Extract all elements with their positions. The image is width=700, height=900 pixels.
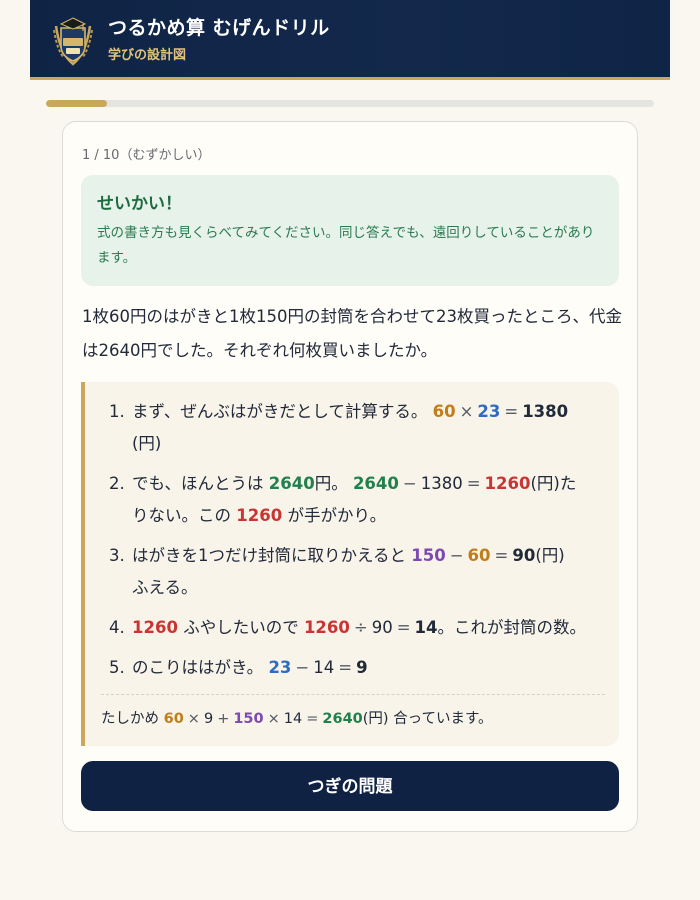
solution-step-5: 5. のこりははがき。 23−14 = 9 (109, 652, 599, 684)
step-continuation: が手がかり。 (287, 506, 387, 525)
step-number: 3. (109, 546, 125, 565)
check-count: 14 (283, 711, 303, 727)
app-subtitle: 学びの設計図 (108, 48, 187, 63)
step-operand: 23 (268, 658, 292, 677)
step-text: ふやしたいので (183, 618, 299, 637)
step-text: でも、ほんとうは (132, 474, 264, 493)
step-operand: 60 (432, 402, 456, 421)
check-suffix: 合っています。 (393, 711, 493, 727)
step-operand: 1260 (303, 618, 350, 637)
step-equals: = (466, 474, 481, 493)
step-continuation: りない。この (132, 506, 231, 525)
step-operator: − (449, 546, 464, 565)
check-price: 150 (233, 711, 264, 727)
step-operator: × (459, 402, 474, 421)
step-continuation: ふえる。 (132, 578, 198, 597)
step-operand: 90 (371, 618, 393, 637)
progress-bar (46, 100, 654, 107)
app-header: つるかめ算 むげんドリル 学びの設計図 (30, 0, 670, 80)
app-title: つるかめ算 むげんドリル (108, 17, 330, 39)
check-count: 9 (203, 711, 214, 727)
step-operand: 60 (467, 546, 491, 565)
step-result: 1260 (484, 474, 531, 493)
step-operator: − (295, 658, 310, 677)
next-question-button[interactable]: つぎの問題 (81, 761, 619, 811)
step-highlight: 1260 (236, 506, 283, 525)
step-highlight: 1260 (132, 618, 178, 637)
question-text: 1枚60円のはがきと1枚150円の封筒を合わせて23枚買ったところ、代金は264… (82, 307, 622, 360)
step-equals: = (338, 658, 353, 677)
verification-line: たしかめ 60 × 9 +150 × 14 = 2640(円) 合っています。 (101, 704, 611, 734)
check-operator: × (187, 711, 200, 727)
step-text: まず、ぜんぶはがきだとして計算する。 (132, 402, 428, 421)
question-counter: 1 / 10（むずかしい） (82, 148, 211, 163)
step-operand: 14 (313, 658, 335, 677)
step-text: はがきを1つだけ封筒に取りかえると (132, 546, 407, 565)
feedback-message: 式の書き方も見くらべてみてください。同じ答えでも、遠回りしていることがあります。 (97, 225, 595, 266)
step-operand: 23 (477, 402, 501, 421)
step-operand: 1380 (420, 474, 463, 493)
check-price: 60 (163, 711, 184, 727)
question-card: 1 / 10（むずかしい） せいかい！ 式の書き方も見くらべてみてください。同じ… (62, 121, 638, 832)
solution-step-4: 4. 1260 ふやしたいので 1260 ÷ 90 = 14。これが封筒の数。 (109, 612, 599, 644)
solution-panel: 1. まず、ぜんぶはがきだとして計算する。 60 × 23 = 1380 (円) 2. でも… (81, 382, 619, 746)
feedback-title: せいかい！ (97, 194, 182, 214)
step-equals: = (494, 546, 509, 565)
step-result: 14 (414, 618, 438, 637)
step-operator: ÷ (353, 618, 368, 637)
step-unit: 円。 (314, 474, 348, 493)
step-unit: (円)た (530, 474, 577, 493)
step-number: 1. (109, 402, 125, 421)
step-text: 。これが封筒の数。 (437, 618, 587, 637)
divider (101, 694, 605, 695)
solution-step-1: 1. まず、ぜんぶはがきだとして計算する。 60 × 23 = 1380 (円) (109, 396, 599, 460)
solution-step-2: 2. でも、ほんとうは 2640円。 2640−1380 = 1260(円)た りない… (109, 468, 599, 532)
step-operand: 150 (411, 546, 446, 565)
step-operator: − (402, 474, 417, 493)
step-highlight: 2640 (268, 474, 315, 493)
solution-step-3: 3. はがきを1つだけ封筒に取りかえると 150−60 = 90(円) ふえる。 (109, 540, 599, 604)
step-result: 90 (512, 546, 536, 565)
step-continuation: (円) (132, 434, 162, 453)
step-result: 1380 (522, 402, 569, 421)
step-number: 4. (109, 618, 125, 637)
progress-fill (46, 100, 107, 107)
step-number: 5. (109, 658, 125, 677)
step-unit: (円) (535, 546, 565, 565)
step-operand: 2640 (352, 474, 399, 493)
check-operator: + (217, 711, 230, 727)
step-equals: = (396, 618, 411, 637)
check-unit: (円) (362, 711, 389, 727)
check-label: たしかめ (101, 711, 159, 727)
step-number: 2. (109, 474, 125, 493)
step-equals: = (504, 402, 519, 421)
step-text: のこりははがき。 (132, 658, 264, 677)
check-total: 2640 (322, 711, 363, 727)
check-operator: × (267, 711, 280, 727)
check-equals: = (306, 711, 319, 727)
graduation-crest-icon (53, 17, 93, 66)
feedback-box: せいかい！ 式の書き方も見くらべてみてください。同じ答えでも、遠回りしていること… (81, 175, 619, 286)
step-result: 9 (356, 658, 368, 677)
